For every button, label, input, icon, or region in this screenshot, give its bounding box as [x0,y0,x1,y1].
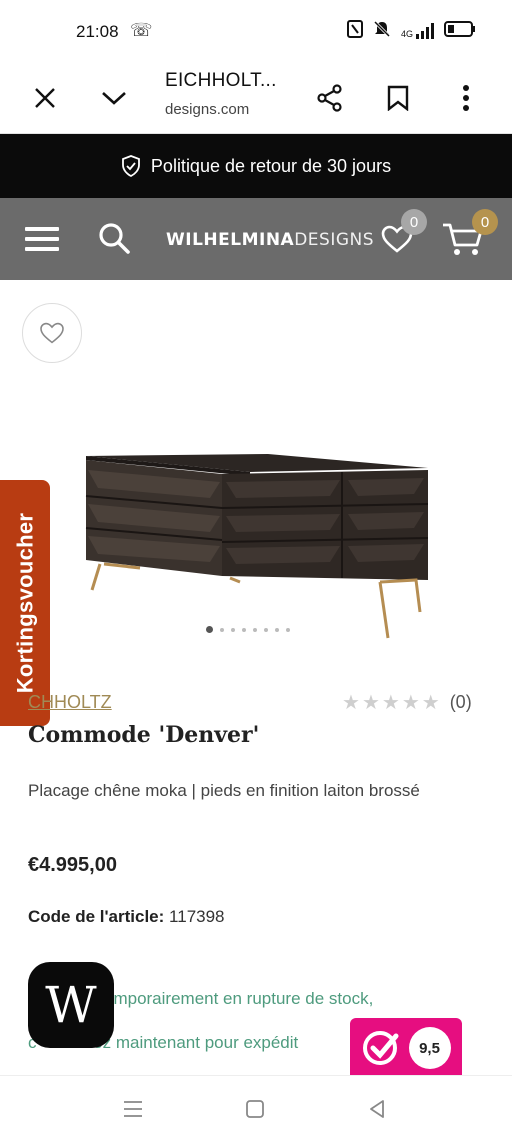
browser-toolbar: EICHHOLT... designs.com [0,62,512,134]
chevron-down-icon [102,92,126,105]
review-score: 9,5 [408,1027,451,1069]
carousel-dot[interactable] [275,627,279,632]
brand-link[interactable]: CHHOLTZ [28,692,112,713]
recent-apps-button[interactable] [118,1094,148,1124]
star-icon: ★ [342,692,360,714]
missed-call-icon: ☏ [130,20,153,40]
sku-value: 117398 [169,907,225,926]
shield-check-icon [122,155,140,177]
nfc-icon [346,20,363,41]
hamburger-menu-button[interactable] [24,222,60,256]
more-vertical-icon [463,85,469,111]
expand-button[interactable] [96,80,132,116]
product-image[interactable] [80,430,440,650]
star-icon: ★ [381,692,400,714]
close-icon [35,88,55,108]
more-menu-button[interactable] [448,80,484,116]
tab-url[interactable]: designs.com [165,101,249,118]
carousel-dots [206,626,290,633]
product-rating[interactable]: ★ ★ ★ ★ ★ (0) [342,690,472,715]
carousel-dot[interactable] [264,627,268,632]
carousel-dot[interactable] [231,627,235,632]
search-icon [99,223,130,254]
home-square-icon [246,1100,264,1118]
battery-icon [444,21,476,40]
star-icon: ★ [401,692,420,714]
add-to-favorites-button[interactable] [22,303,82,363]
rating-count: (0) [449,692,472,712]
status-bar: 21:08 ☏ 4G [0,0,512,62]
promo-text: Politique de retour de 30 jours [150,155,392,176]
system-nav-bar [0,1075,512,1138]
back-triangle-icon [370,1100,384,1118]
sku-label: Code de l'article: [28,907,165,926]
home-button[interactable] [240,1094,270,1124]
site-logo[interactable]: WILHELMINADESIGNS [166,230,374,250]
tab-title[interactable]: EICHHOLT... [165,70,277,92]
star-icon: ★ [361,692,380,714]
product-title: Commode 'Denver' [28,722,260,748]
site-header: WILHELMINADESIGNS 0 0 [0,198,512,280]
product-sku: Code de l'article: 117398 [28,907,225,927]
stock-status-line-1: emporairement en rupture de stock, [104,989,374,1008]
mute-icon [373,20,391,41]
product-price: €4.995,00 [28,854,117,876]
discount-voucher-tab[interactable]: Kortingsvoucher [0,480,50,726]
cart-count-badge: 0 [472,209,498,235]
voucher-label: Kortingsvoucher [12,512,37,694]
share-button[interactable] [312,80,348,116]
product-description: Placage chêne moka | pieds en finition l… [28,781,420,800]
carousel-dot[interactable] [286,627,290,632]
logo-thin-text: DESIGNS [294,230,375,250]
heart-outline-icon [40,322,64,344]
menu-lines-icon [124,1101,142,1117]
review-widget[interactable]: 9,5 [350,1018,462,1078]
wishlist-count-badge: 0 [401,209,427,235]
hamburger-icon [25,227,59,251]
w-logo-letter: W [45,976,97,1034]
status-time: 21:08 [76,22,119,41]
share-icon [317,84,342,112]
bookmark-icon [387,85,409,111]
w-app-button[interactable]: W [28,962,114,1048]
carousel-dot[interactable] [242,627,246,632]
bookmark-button[interactable] [380,80,416,116]
search-button[interactable] [96,220,132,256]
close-tab-button[interactable] [27,80,63,116]
carousel-dot[interactable] [253,627,257,632]
star-icon: ★ [421,692,440,714]
network-label: 4G [400,28,413,39]
return-policy-banner[interactable]: Politique de retour de 30 jours [0,134,512,198]
carousel-dot[interactable] [220,627,224,632]
review-check-icon [362,1031,398,1065]
back-button[interactable] [362,1094,392,1124]
logo-bold-text: WILHELMINA [166,230,295,250]
signal-icon: 4G [400,22,434,39]
carousel-dot[interactable] [206,626,213,633]
status-icons: 4G [346,20,476,41]
